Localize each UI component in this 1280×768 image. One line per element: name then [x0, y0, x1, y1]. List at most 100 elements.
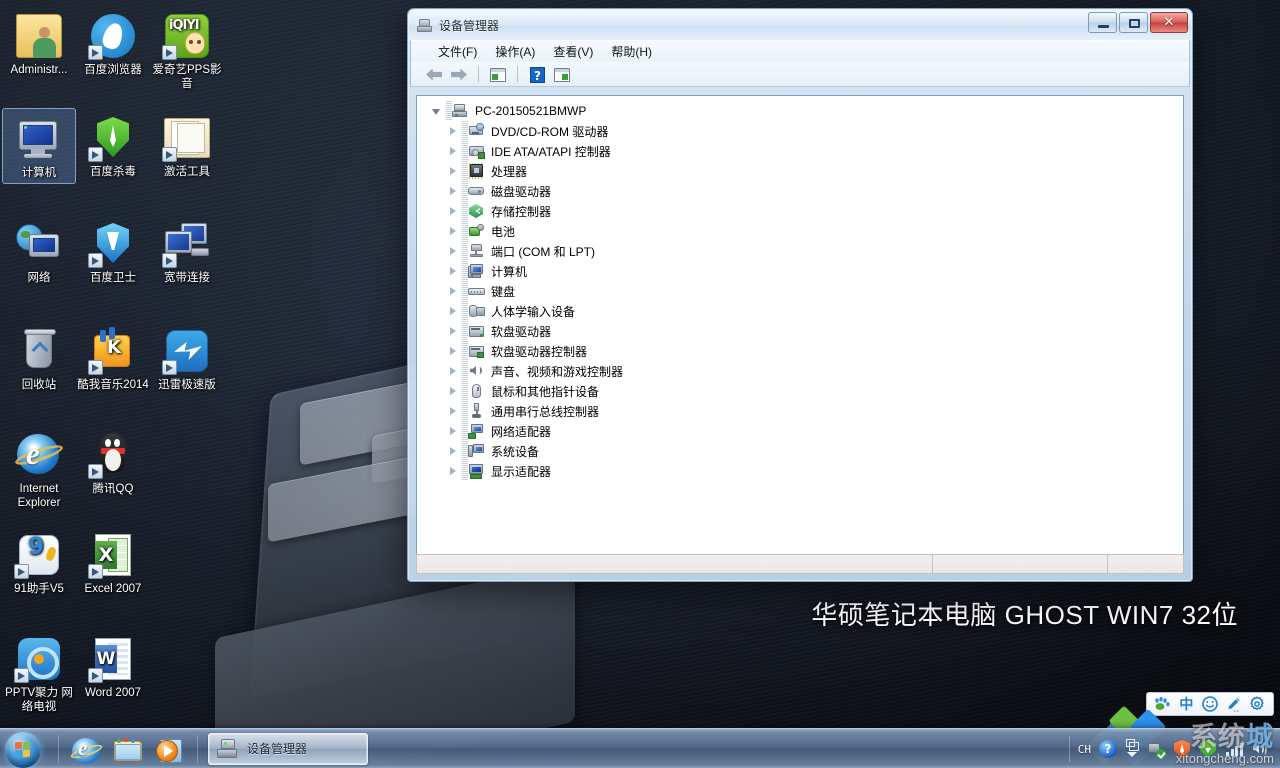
desktop-icon-91-assistant[interactable]: 9 91助手V5 — [2, 525, 76, 599]
desktop-icon-excel-2007[interactable]: X Excel 2007 — [76, 525, 150, 599]
desktop-icon-word-2007[interactable]: W Word 2007 — [76, 629, 150, 703]
thunder-icon — [163, 327, 211, 375]
tree-item-floppy-drives[interactable]: 软盘驱动器 — [417, 321, 1183, 341]
tree-item-dvd-cdrom[interactable]: DVD/CD-ROM 驱动器 — [417, 121, 1183, 141]
forward-button[interactable] — [448, 64, 470, 85]
desktop-icon-baidu-antivirus[interactable]: 百度杀毒 — [76, 108, 150, 182]
chinese-mode-icon[interactable]: 中 — [1177, 695, 1195, 713]
expander-icon[interactable] — [447, 125, 460, 138]
status-bar — [416, 554, 1184, 574]
expander-icon[interactable] — [447, 425, 460, 438]
menu-file[interactable]: 文件(F) — [429, 41, 486, 62]
desktop-icon-tencent-qq[interactable]: 腾讯QQ — [76, 425, 150, 499]
desktop-icon-broadband-connection[interactable]: 宽带连接 — [150, 214, 224, 288]
desktop-icon-internet-explorer[interactable]: e Internet Explorer — [2, 425, 76, 513]
tree-item-ide-controller[interactable]: IDE ATA/ATAPI 控制器 — [417, 141, 1183, 161]
ime-settings-gear-icon[interactable] — [1248, 695, 1266, 713]
baidu-antivirus-tray-icon[interactable] — [1198, 739, 1218, 759]
expander-icon[interactable] — [447, 465, 460, 478]
computer-icon — [468, 263, 485, 279]
tree-item-sound-video-game[interactable]: 声音、视频和游戏控制器 — [417, 361, 1183, 381]
network-icon[interactable] — [1224, 739, 1244, 759]
desktop-icon-network[interactable]: 网络 — [2, 214, 76, 288]
tree-item-network-adapters[interactable]: 网络适配器 — [417, 421, 1183, 441]
tree-item-keyboards[interactable]: 键盘 — [417, 281, 1183, 301]
tree-item-usb-controllers[interactable]: 通用串行总线控制器 — [417, 401, 1183, 421]
tree-item-label: 通用串行总线控制器 — [490, 403, 599, 420]
desktop-icon-computer[interactable]: 计算机 — [2, 108, 76, 184]
expander-icon[interactable] — [447, 445, 460, 458]
desktop-icon-kuwo-music[interactable]: K 酷我音乐2014 — [76, 321, 150, 395]
volume-icon[interactable] — [1250, 739, 1270, 759]
expander-icon[interactable] — [447, 405, 460, 418]
desktop-icon-baidu-guard[interactable]: 百度卫士 — [76, 214, 150, 288]
mouse-icon — [468, 383, 485, 399]
expander-icon[interactable] — [447, 205, 460, 218]
expander-icon[interactable] — [447, 225, 460, 238]
expander-icon[interactable] — [447, 145, 460, 158]
expander-icon[interactable] — [447, 365, 460, 378]
menu-help[interactable]: 帮助(H) — [602, 41, 661, 62]
quicklaunch-media-player[interactable] — [149, 730, 191, 768]
expander-icon[interactable] — [447, 385, 460, 398]
tree-item-computer[interactable]: 计算机 — [417, 261, 1183, 281]
tree-item-processor[interactable]: 处理器 — [417, 161, 1183, 181]
tree-item-batteries[interactable]: 电池 — [417, 221, 1183, 241]
desktop-icon-recycle-bin[interactable]: 回收站 — [2, 321, 76, 395]
taskbar[interactable]: e 设备管理器 CH ? — [0, 728, 1280, 768]
quicklaunch-windows-explorer[interactable] — [107, 730, 149, 768]
tree-item-label: 网络适配器 — [490, 423, 551, 440]
expander-icon[interactable] — [447, 325, 460, 338]
media-player-icon — [156, 738, 184, 764]
tree-item-disk-drives[interactable]: 磁盘驱动器 — [417, 181, 1183, 201]
scan-hardware-button[interactable] — [551, 64, 573, 85]
maximize-button[interactable] — [1119, 12, 1148, 33]
ime-toolbar[interactable]: 中 — [1146, 692, 1274, 716]
desktop-icon-baidu-browser[interactable]: 百度浏览器 — [76, 6, 150, 80]
expander-icon[interactable] — [447, 265, 460, 278]
emoji-icon[interactable] — [1201, 695, 1219, 713]
close-button[interactable]: ✕ — [1150, 12, 1188, 33]
start-button[interactable] — [2, 730, 52, 768]
sogou-paw-icon[interactable] — [1154, 695, 1172, 713]
desktop-icon-administrator[interactable]: Administr... — [2, 6, 76, 80]
help-icon[interactable]: ? — [1098, 739, 1118, 759]
taskbar-button-device-manager[interactable]: 设备管理器 — [208, 733, 368, 765]
help-button[interactable]: ? — [526, 64, 548, 85]
tree-item-mice[interactable]: 鼠标和其他指针设备 — [417, 381, 1183, 401]
device-tree[interactable]: PC-20150521BMWP DVD/CD-ROM 驱动器 IDE ATA/A… — [416, 95, 1184, 562]
tree-item-hid[interactable]: 人体学输入设备 — [417, 301, 1183, 321]
tree-item-display-adapters[interactable]: 显示适配器 — [417, 461, 1183, 481]
expander-icon[interactable] — [447, 185, 460, 198]
menu-action[interactable]: 操作(A) — [486, 41, 544, 62]
ime-language-indicator[interactable]: CH — [1078, 743, 1091, 756]
minimize-button[interactable] — [1088, 12, 1117, 33]
handwriting-pen-icon[interactable] — [1225, 695, 1243, 713]
properties-button[interactable] — [487, 64, 509, 85]
tree-item-ports[interactable]: 端口 (COM 和 LPT) — [417, 241, 1183, 261]
expander-icon[interactable] — [447, 165, 460, 178]
expander-icon[interactable] — [447, 345, 460, 358]
tree-root-node[interactable]: PC-20150521BMWP — [417, 101, 1183, 121]
desktop-icon-iqiyi-pps[interactable]: iQIYI 爱奇艺PPS影音 — [150, 6, 224, 94]
tree-item-storage-controllers[interactable]: 存储控制器 — [417, 201, 1183, 221]
expander-icon[interactable] — [447, 245, 460, 258]
device-manager-window[interactable]: 设备管理器 ✕ 文件(F) 操作(A) 查看(V) 帮助(H) ? — [407, 8, 1193, 582]
window-titlebar[interactable]: 设备管理器 ✕ — [409, 10, 1191, 40]
show-hidden-icons-icon[interactable] — [1124, 738, 1140, 760]
quicklaunch-internet-explorer[interactable]: e — [65, 730, 107, 768]
desktop[interactable]: Administr... 百度浏览器 iQIYI 爱奇艺PPS影音 计算机 — [0, 0, 1280, 768]
baidu-antivirus-icon — [89, 114, 137, 162]
menu-view[interactable]: 查看(V) — [544, 41, 602, 62]
baidu-guard-tray-icon[interactable] — [1172, 739, 1192, 759]
safely-remove-hardware-icon[interactable] — [1146, 739, 1166, 759]
tree-item-system-devices[interactable]: 系统设备 — [417, 441, 1183, 461]
expander-icon[interactable] — [431, 105, 444, 118]
tree-item-floppy-controllers[interactable]: 软盘驱动器控制器 — [417, 341, 1183, 361]
desktop-icon-thunder-express[interactable]: 迅雷极速版 — [150, 321, 224, 395]
expander-icon[interactable] — [447, 305, 460, 318]
desktop-icon-pptv[interactable]: PPTV聚力 网络电视 — [2, 629, 76, 717]
desktop-icon-activation-tool[interactable]: 激活工具 — [150, 108, 224, 182]
expander-icon[interactable] — [447, 285, 460, 298]
back-button[interactable] — [423, 64, 445, 85]
